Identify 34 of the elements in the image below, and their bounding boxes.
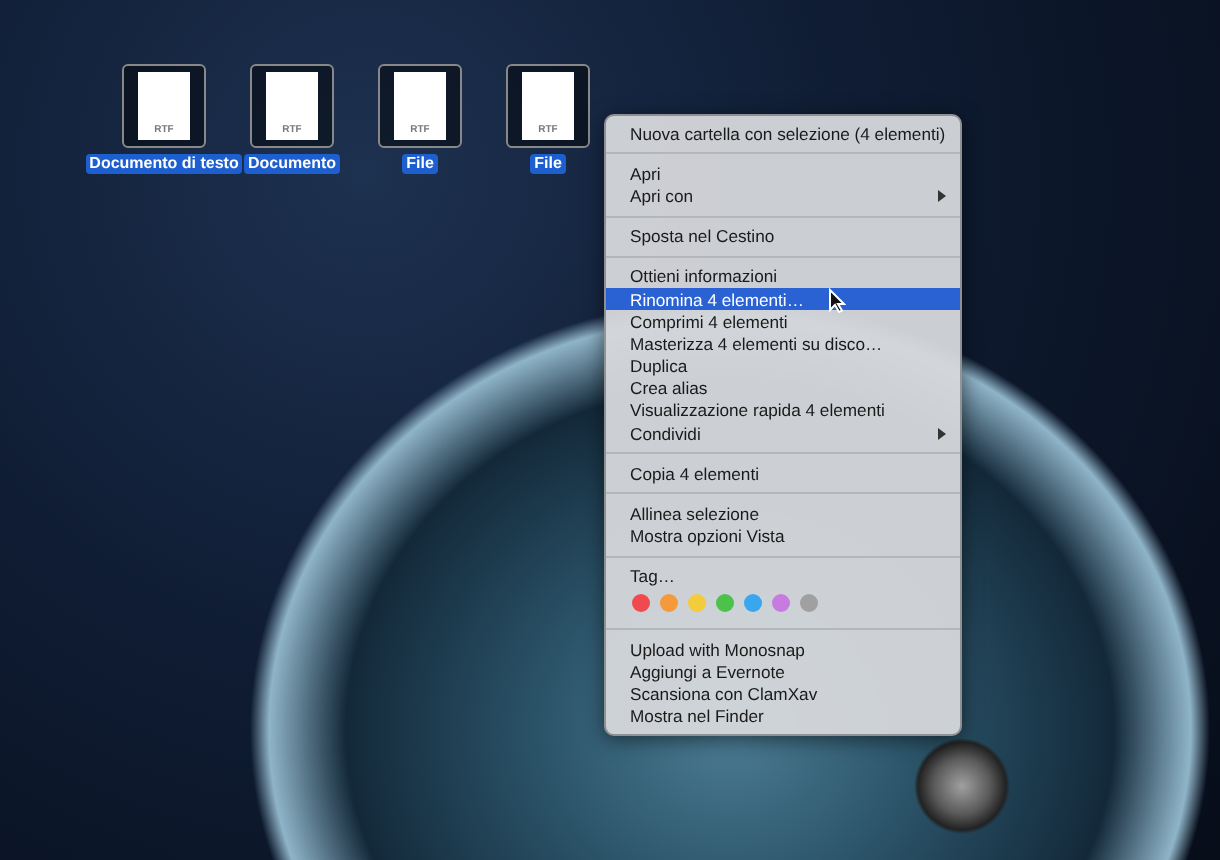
menu-item[interactable]: Mostra nel Finder <box>606 705 960 728</box>
menu-item[interactable]: Mostra opzioni Vista <box>606 525 960 548</box>
file-name[interactable]: Documento <box>244 154 340 174</box>
tag-color-dot[interactable] <box>688 594 706 612</box>
menu-item[interactable]: Apri con <box>606 184 960 208</box>
tag-color-dot[interactable] <box>716 594 734 612</box>
menu-item[interactable]: Scansiona con ClamXav <box>606 682 960 706</box>
menu-item[interactable]: Rinomina 4 elementi… <box>606 287 960 311</box>
tag-color-dot[interactable] <box>744 594 762 612</box>
file-name[interactable]: File <box>530 154 566 174</box>
menu-item[interactable]: Allinea selezione <box>606 502 960 526</box>
submenu-arrow-icon <box>938 189 946 202</box>
tag-color-dot[interactable] <box>772 594 790 612</box>
file-name[interactable]: File <box>402 154 438 174</box>
tag-color-dot[interactable] <box>632 594 650 612</box>
menu-item[interactable]: Visualizzazione rapida 4 elementi <box>606 399 960 423</box>
menu-item[interactable]: Aggiungi a Evernote <box>606 660 960 683</box>
menu-item[interactable]: Crea alias <box>606 377 960 400</box>
pointer-cursor-icon <box>828 287 846 314</box>
menu-item[interactable]: Comprimi 4 elementi <box>606 310 960 333</box>
menu-item[interactable]: Copia 4 elementi <box>606 462 960 485</box>
menu-item[interactable]: Upload with Monosnap <box>606 638 960 661</box>
menu-item[interactable]: Masterizza 4 elementi su disco… <box>606 332 960 355</box>
tag-color-dot[interactable] <box>660 594 678 612</box>
menu-item[interactable]: Apri <box>606 162 960 185</box>
menu-item[interactable]: Sposta nel Cestino <box>606 225 960 248</box>
menu-item[interactable]: Nuova cartella con selezione (4 elementi) <box>606 122 960 145</box>
menu-item[interactable]: Ottieni informazioni <box>606 265 960 288</box>
file-name[interactable]: Documento di testo <box>85 154 243 174</box>
tag-color-dot[interactable] <box>800 594 818 612</box>
submenu-arrow-icon <box>938 427 946 440</box>
menu-item[interactable]: Duplica <box>606 355 960 378</box>
menu-item[interactable]: Condividi <box>606 422 960 445</box>
menu-item[interactable]: Tag… <box>606 565 960 588</box>
